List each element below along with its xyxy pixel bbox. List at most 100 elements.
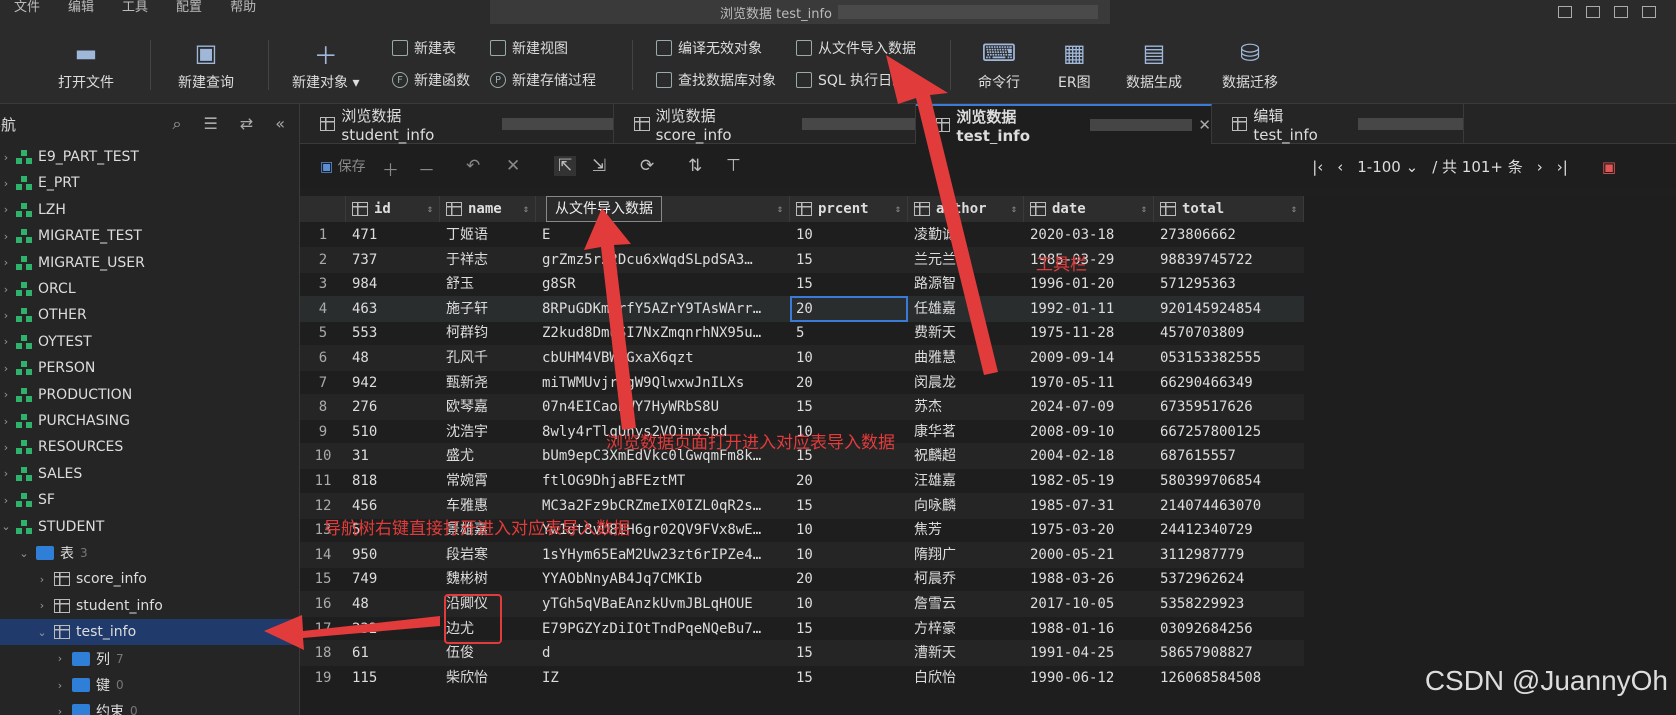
table-cell[interactable]: 20	[790, 370, 908, 396]
table-cell[interactable]: 1985-07-31	[1024, 493, 1154, 519]
menu-help[interactable]: 帮助	[216, 0, 270, 24]
chevron-icon[interactable]: ›	[0, 256, 12, 269]
tree-node[interactable]: ⌄ test_info	[0, 619, 299, 646]
tab-student-info[interactable]: 浏览数据 student_info	[300, 104, 614, 144]
table-row[interactable]: 2 737 于祥志 grZmz5r52Dcu6xWqdSLpdSA3… 15 兰元兰 198…	[300, 246, 1304, 273]
open-file-button[interactable]: ▬ 打开文件	[58, 38, 114, 92]
tree-node[interactable]: › SF	[0, 487, 299, 513]
table-cell[interactable]: 方梓豪	[908, 616, 1024, 642]
table-cell[interactable]: 1992-01-11	[1024, 296, 1154, 322]
table-cell[interactable]: 5358229923	[1154, 591, 1304, 617]
column-header[interactable]: id ⇕	[346, 196, 440, 222]
next-page-icon[interactable]: ›	[1537, 158, 1543, 176]
chevron-icon[interactable]: ›	[0, 335, 12, 348]
new-object-button[interactable]: ＋ 新建对象 ▾	[292, 38, 359, 92]
table-row[interactable]: 7 942 甄新尧 miTWMUvjrjgW9QlwxwJnILXs 20 闵晨龙 1970…	[300, 370, 1304, 396]
table-cell[interactable]: 67359517626	[1154, 394, 1304, 420]
search-icon[interactable]: ⌕	[172, 114, 181, 134]
table-cell[interactable]: miTWMUvjrjgW9QlwxwJnILXs	[536, 370, 790, 396]
cancel-icon[interactable]: ✕	[506, 156, 520, 176]
page-range-select[interactable]: 1-100 ⌄	[1357, 158, 1418, 176]
menu-config[interactable]: 配置	[162, 0, 216, 24]
tree-node[interactable]: › E9_PART_TEST	[0, 144, 299, 170]
column-header[interactable]: date ⇕	[1024, 196, 1154, 222]
table-cell[interactable]: 于祥志	[440, 247, 536, 273]
table-cell[interactable]: 2000-05-21	[1024, 542, 1154, 568]
table-cell[interactable]: 伍俊	[440, 640, 536, 666]
tree-node[interactable]: › ORCL	[0, 276, 299, 302]
chevron-icon[interactable]: ›	[0, 467, 12, 480]
new-view-button[interactable]: 新建视图	[490, 38, 568, 58]
table-cell[interactable]: 667257800125	[1154, 419, 1304, 445]
table-cell[interactable]: 471	[346, 222, 440, 248]
table-cell[interactable]: 58657908827	[1154, 640, 1304, 666]
table-cell[interactable]: 施子轩	[440, 296, 536, 322]
table-cell[interactable]: cbUHM4VBWrGxaX6qzt	[536, 345, 790, 371]
table-cell[interactable]: 15	[790, 271, 908, 297]
table-cell[interactable]: 15	[790, 394, 908, 420]
layout-left-icon[interactable]	[1558, 6, 1572, 18]
chevron-icon[interactable]: ›	[0, 388, 12, 401]
table-row[interactable]: 4 463 施子轩 8RPuGDKmirfY5AZrY9TAsWArr… 20 任雄嘉 19…	[300, 295, 1304, 322]
table-cell[interactable]: 丁姬语	[440, 222, 536, 248]
table-cell[interactable]: 749	[346, 566, 440, 592]
table-cell[interactable]: 15	[790, 616, 908, 642]
sort-icon[interactable]: ⇕	[777, 204, 783, 215]
table-cell[interactable]: 1sYHym65EaM2Uw23zt6rIPZe4…	[536, 542, 790, 568]
new-query-button[interactable]: ▣ 新建查询	[178, 38, 234, 92]
table-cell[interactable]: 2024-07-09	[1024, 394, 1154, 420]
table-cell[interactable]: 10	[790, 222, 908, 248]
import-from-file-button[interactable]: 从文件导入数据	[796, 38, 916, 58]
column-header[interactable]: prcent ⇕	[790, 196, 908, 222]
table-cell[interactable]: 沈浩宇	[440, 419, 536, 445]
chevron-icon[interactable]: ›	[0, 441, 12, 454]
chevron-icon[interactable]: ›	[36, 573, 48, 586]
table-cell[interactable]: yTGh5qVBaEAnzkUvmJBLqHOUE	[536, 591, 790, 617]
table-cell[interactable]: 祝麟超	[908, 443, 1024, 469]
find-db-object-button[interactable]: 查找数据库对象	[656, 70, 776, 90]
sql-log-button[interactable]: SQL 执行日志	[796, 70, 906, 90]
table-cell[interactable]: 费新天	[908, 320, 1024, 346]
chevron-icon[interactable]: ⌄	[18, 547, 30, 560]
table-cell[interactable]: 571295363	[1154, 271, 1304, 297]
tree-node[interactable]: › score_info	[0, 566, 299, 592]
table-cell[interactable]: 10	[790, 591, 908, 617]
menu-edit[interactable]: 编辑	[54, 0, 108, 24]
table-cell[interactable]: 欧琴嘉	[440, 394, 536, 420]
table-cell[interactable]: 03092684256	[1154, 616, 1304, 642]
sort-icon[interactable]: ⇕	[1291, 204, 1297, 215]
table-cell[interactable]: 232	[346, 616, 440, 642]
chevron-icon[interactable]: ›	[0, 494, 12, 507]
chevron-icon[interactable]: ›	[0, 415, 12, 428]
table-cell[interactable]: 687615557	[1154, 443, 1304, 469]
table-cell[interactable]: 48	[346, 591, 440, 617]
table-row[interactable]: 3 984 舒玉 g8SR 15 路源智 1996-01-20 571295363	[300, 271, 1304, 297]
table-cell[interactable]: 4570703809	[1154, 320, 1304, 346]
chevron-icon[interactable]: ⌄	[0, 520, 12, 533]
sort-icon[interactable]: ⇕	[1011, 204, 1017, 215]
new-function-button[interactable]: F 新建函数	[392, 70, 470, 90]
table-cell[interactable]: 61	[346, 640, 440, 666]
table-cell[interactable]: 柯晨乔	[908, 566, 1024, 592]
table-cell[interactable]: 2004-02-18	[1024, 443, 1154, 469]
sort-icon[interactable]: ⇕	[1141, 204, 1147, 215]
table-cell[interactable]: grZmz5r52Dcu6xWqdSLpdSA3…	[536, 247, 790, 273]
table-cell[interactable]: 1970-05-11	[1024, 370, 1154, 396]
chevron-icon[interactable]: ›	[0, 309, 12, 322]
chevron-icon[interactable]: ›	[54, 679, 66, 692]
table-cell[interactable]: 10	[790, 542, 908, 568]
cmd-button[interactable]: ⌨ 命令行	[978, 38, 1020, 92]
data-gen-button[interactable]: ▤ 数据生成	[1126, 38, 1182, 92]
chevron-icon[interactable]: ⌄	[36, 626, 48, 639]
sort-icon[interactable]: ⇕	[895, 204, 901, 215]
column-header[interactable]: author ⇕	[908, 196, 1024, 222]
table-cell[interactable]: IZ	[536, 665, 790, 691]
table-cell[interactable]: 甄新尧	[440, 370, 536, 396]
table-cell[interactable]: 隋翔广	[908, 542, 1024, 568]
table-cell[interactable]: 汪雄嘉	[908, 468, 1024, 494]
table-cell[interactable]: 兰元兰	[908, 247, 1024, 273]
tree-node[interactable]: › SALES	[0, 461, 299, 487]
data-migrate-button[interactable]: ⛁ 数据迁移	[1222, 38, 1278, 92]
table-row[interactable]: 18 61 伍俊 d 15 漕新天 1991-04-25 58657908827	[300, 640, 1304, 667]
chevron-icon[interactable]: ›	[54, 652, 66, 665]
